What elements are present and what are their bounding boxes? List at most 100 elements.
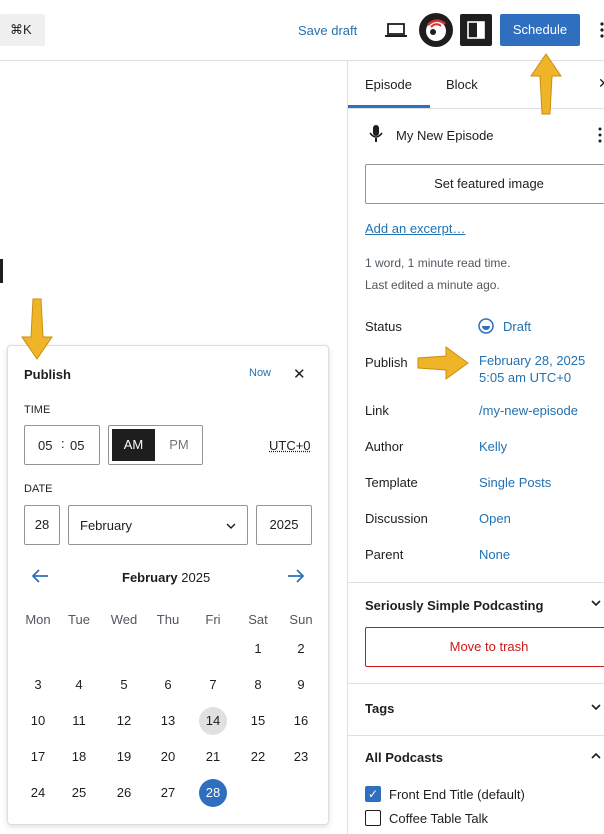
annotation-arrow-down-icon	[18, 295, 56, 361]
close-icon[interactable]: ✕	[293, 365, 306, 383]
publish-date-value[interactable]: February 28, 2025	[479, 353, 585, 368]
chevron-down-icon[interactable]	[590, 701, 602, 716]
calendar-day[interactable]: 26	[110, 779, 138, 807]
weekday-fri: Fri	[193, 612, 233, 627]
tab-block[interactable]: Block	[446, 77, 478, 92]
plugin-logo-icon[interactable]	[419, 13, 453, 47]
calendar-day[interactable]: 7	[199, 671, 227, 699]
weekday-mon: Mon	[18, 612, 58, 627]
calendar-day[interactable]: 27	[154, 779, 182, 807]
calendar-day[interactable]: 5	[110, 671, 138, 699]
parent-value[interactable]: None	[479, 547, 510, 562]
calendar-day[interactable]: 11	[65, 707, 93, 735]
save-draft-button[interactable]: Save draft	[298, 23, 357, 38]
pm-button[interactable]: PM	[159, 429, 199, 461]
set-featured-image-button[interactable]: Set featured image	[365, 164, 604, 204]
link-value[interactable]: /my-new-episode	[479, 403, 578, 418]
author-value[interactable]: Kelly	[479, 439, 507, 454]
calendar-day[interactable]: 18	[65, 743, 93, 771]
timezone-label[interactable]: UTC+0	[269, 438, 311, 453]
add-excerpt-link[interactable]: Add an excerpt…	[365, 221, 465, 236]
settings-sidebar-toggle-icon[interactable]	[460, 14, 492, 46]
schedule-button[interactable]: Schedule	[500, 14, 580, 46]
calendar-day[interactable]: 16	[287, 707, 315, 735]
day-input[interactable]: 28	[24, 505, 60, 545]
status-value[interactable]: Draft	[503, 319, 531, 334]
preview-laptop-icon[interactable]	[383, 18, 409, 42]
calendar-day[interactable]: 10	[24, 707, 52, 735]
tabs-divider	[348, 108, 604, 109]
podcast-checkbox-coffee-table-talk[interactable]	[365, 810, 381, 826]
tab-episode[interactable]: Episode	[365, 77, 412, 92]
move-to-trash-button[interactable]: Move to trash	[365, 627, 604, 667]
podcast-checkbox-front-end-title[interactable]: ✓	[365, 786, 381, 802]
editor-top-bar: ⌘K Save draft Schedule	[0, 0, 604, 61]
calendar-day[interactable]: 15	[244, 707, 272, 735]
post-title: My New Episode	[396, 128, 494, 143]
publish-label: Publish	[365, 355, 408, 370]
parent-label: Parent	[365, 547, 403, 562]
next-month-icon[interactable]	[286, 568, 306, 584]
template-value[interactable]: Single Posts	[479, 475, 551, 490]
calendar-day[interactable]: 1	[244, 635, 272, 663]
weekday-sat: Sat	[238, 612, 278, 627]
word-count: 1 word, 1 minute read time.	[365, 256, 510, 270]
calendar-day[interactable]: 25	[65, 779, 93, 807]
time-label: TIME	[24, 404, 50, 416]
weekday-wed: Wed	[104, 612, 144, 627]
am-pm-toggle: AM PM	[108, 425, 203, 465]
command-palette-button[interactable]: ⌘K	[0, 14, 45, 46]
calendar-day[interactable]: 17	[24, 743, 52, 771]
close-sidebar-icon[interactable]: ✕	[598, 75, 604, 92]
calendar-day[interactable]: 12	[110, 707, 138, 735]
post-options-icon[interactable]	[596, 126, 604, 144]
calendar-day[interactable]: 28	[199, 779, 227, 807]
podcast-label-front-end-title: Front End Title (default)	[389, 787, 525, 802]
minutes-input[interactable]: 05	[70, 438, 84, 453]
publish-time-value[interactable]: 5:05 am UTC+0	[479, 370, 571, 385]
podcasting-panel-title[interactable]: Seriously Simple Podcasting	[365, 598, 543, 613]
publish-date-popover: Publish Now ✕ TIME 05 : 05 AM PM UTC+0 D…	[7, 345, 329, 825]
calendar-month: February	[122, 570, 178, 585]
calendar-day[interactable]: 4	[65, 671, 93, 699]
calendar-year: 2025	[181, 570, 210, 585]
weekday-tue: Tue	[59, 612, 99, 627]
calendar-day[interactable]: 2	[287, 635, 315, 663]
microphone-icon	[369, 124, 383, 144]
chevron-up-icon[interactable]	[590, 750, 602, 765]
hours-input[interactable]: 05	[38, 438, 52, 453]
weekday-sun: Sun	[281, 612, 321, 627]
time-input-group: 05 : 05	[24, 425, 100, 465]
annotation-arrow-right-icon	[414, 345, 470, 381]
date-label: DATE	[24, 483, 53, 495]
calendar-day[interactable]: 24	[24, 779, 52, 807]
calendar-day[interactable]: 14	[199, 707, 227, 735]
calendar-day[interactable]: 6	[154, 671, 182, 699]
draft-status-icon	[478, 318, 494, 334]
previous-month-icon[interactable]	[30, 568, 50, 584]
tags-divider	[348, 735, 604, 736]
calendar-day[interactable]: 13	[154, 707, 182, 735]
calendar-day[interactable]: 19	[110, 743, 138, 771]
author-label: Author	[365, 439, 403, 454]
calendar-day[interactable]: 20	[154, 743, 182, 771]
annotation-arrow-up-icon	[527, 52, 565, 118]
calendar-heading: February 2025	[122, 570, 210, 585]
year-input[interactable]: 2025	[256, 505, 312, 545]
month-select-value: February	[80, 518, 132, 533]
discussion-value[interactable]: Open	[479, 511, 511, 526]
more-options-icon[interactable]	[596, 18, 604, 42]
calendar-day[interactable]: 8	[244, 671, 272, 699]
tags-panel-title[interactable]: Tags	[365, 701, 394, 716]
podcasts-panel-title[interactable]: All Podcasts	[365, 750, 443, 765]
month-select[interactable]: February	[68, 505, 248, 545]
calendar-day[interactable]: 21	[199, 743, 227, 771]
chevron-up-icon[interactable]	[590, 597, 602, 612]
calendar-day[interactable]: 23	[287, 743, 315, 771]
calendar-day[interactable]: 3	[24, 671, 52, 699]
calendar-day[interactable]: 9	[287, 671, 315, 699]
now-button[interactable]: Now	[249, 367, 271, 379]
calendar-day[interactable]: 22	[244, 743, 272, 771]
settings-sidebar: Episode Block ✕ My New Episode Set featu…	[347, 61, 604, 834]
am-button[interactable]: AM	[112, 429, 155, 461]
